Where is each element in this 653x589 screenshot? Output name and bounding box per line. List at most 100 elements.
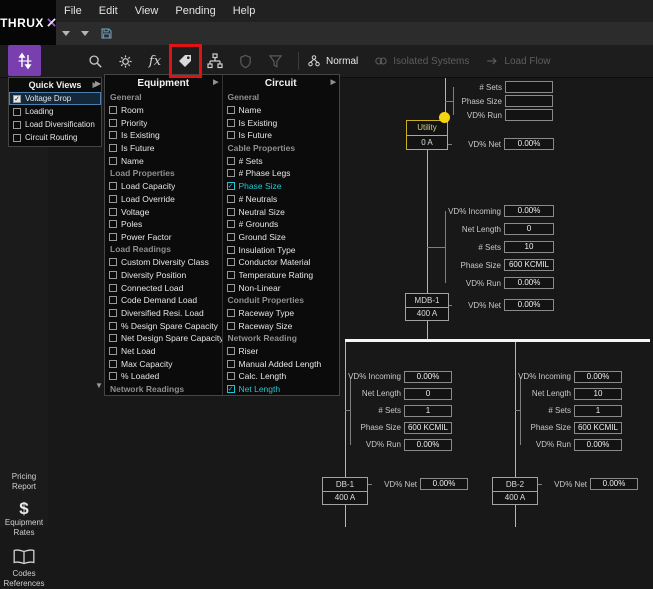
checkbox-icon[interactable] (227, 131, 235, 139)
checkbox-item--phase-legs[interactable]: # Phase Legs (223, 167, 340, 180)
checkbox-item-voltage-drop[interactable]: ✓Voltage Drop (9, 92, 101, 105)
mode-load-flow-button[interactable]: Load Flow (485, 54, 550, 68)
protection-button[interactable] (230, 47, 260, 75)
checkbox-item-ground-size[interactable]: Ground Size (223, 231, 340, 244)
checkbox-item--design-spare-capacity[interactable]: % Design Spare Capacity (105, 319, 222, 332)
checkbox-icon[interactable] (13, 134, 21, 142)
checkbox-icon[interactable] (109, 157, 117, 165)
expand-arrow-icon[interactable]: ▶ (331, 79, 336, 87)
checkbox-item--grounds[interactable]: # Grounds (223, 218, 340, 231)
checkbox-item-voltage[interactable]: Voltage (105, 205, 222, 218)
menu-help[interactable]: Help (233, 5, 256, 17)
sidebar-item-equipment-rates[interactable]: $ Equipment Rates (0, 500, 48, 538)
checkbox-item-circuit-routing[interactable]: Circuit Routing (9, 131, 101, 144)
checkbox-icon[interactable] (227, 119, 235, 127)
save-icon[interactable] (100, 27, 113, 40)
checkbox-icon[interactable] (109, 208, 117, 216)
checkbox-item-raceway-size[interactable]: Raceway Size (223, 319, 340, 332)
checkbox-item-name[interactable]: Name (223, 104, 340, 117)
checkbox-item-conductor-material[interactable]: Conductor Material (223, 256, 340, 269)
checkbox-icon[interactable] (109, 144, 117, 152)
checkbox-icon[interactable] (227, 246, 235, 254)
chevron-down-icon[interactable] (81, 31, 89, 36)
checkbox-icon[interactable] (109, 360, 117, 368)
checkbox-icon[interactable] (109, 131, 117, 139)
checkbox-icon[interactable] (109, 347, 117, 355)
checkbox-icon[interactable] (227, 195, 235, 203)
checkbox-item-manual-added-length[interactable]: Manual Added Length (223, 357, 340, 370)
chevron-down-icon[interactable] (62, 31, 70, 36)
checkbox-item-calc-length[interactable]: Calc. Length (223, 370, 340, 383)
checkbox-item-diversified-resi-load[interactable]: Diversified Resi. Load (105, 307, 222, 320)
checkbox-item-code-demand-load[interactable]: Code Demand Load (105, 294, 222, 307)
sidebar-item-codes-references[interactable]: Codes References (0, 548, 48, 589)
checkbox-item-net-design-spare-capacity[interactable]: Net Design Spare Capacity (105, 332, 222, 345)
checkbox-item-non-linear[interactable]: Non-Linear (223, 281, 340, 294)
search-button[interactable] (80, 47, 110, 75)
checkbox-item-insulation-type[interactable]: Insulation Type (223, 243, 340, 256)
menu-file[interactable]: File (64, 5, 82, 17)
checkbox-icon[interactable] (109, 309, 117, 317)
checkbox-icon[interactable] (109, 220, 117, 228)
checkbox-icon[interactable] (109, 233, 117, 241)
checkbox-item-neutral-size[interactable]: Neutral Size (223, 205, 340, 218)
checkbox-item-custom-diversity-class[interactable]: Custom Diversity Class (105, 256, 222, 269)
checkbox-icon[interactable] (109, 322, 117, 330)
expand-arrow-icon[interactable]: ▶ (213, 79, 218, 87)
checkbox-item-phase-size[interactable]: ✓Phase Size (223, 180, 340, 193)
checkbox-item-riser[interactable]: Riser (223, 345, 340, 358)
checkbox-item-is-future[interactable]: Is Future (223, 129, 340, 142)
checkbox-item-is-existing[interactable]: Is Existing (223, 116, 340, 129)
checkbox-icon[interactable] (13, 121, 21, 129)
checkbox-item-power-factor[interactable]: Power Factor (105, 231, 222, 244)
checkbox-checked-icon[interactable]: ✓ (13, 95, 21, 103)
riser-diagram-button[interactable] (200, 47, 230, 75)
filter-button[interactable] (260, 47, 290, 75)
checkbox-icon[interactable] (227, 169, 235, 177)
checkbox-icon[interactable] (227, 220, 235, 228)
checkbox-icon[interactable] (109, 271, 117, 279)
checkbox-icon[interactable] (109, 106, 117, 114)
checkbox-icon[interactable] (227, 309, 235, 317)
checkbox-item-loading[interactable]: Loading (9, 105, 101, 118)
checkbox-icon[interactable] (109, 372, 117, 380)
checkbox-item-max-capacity[interactable]: Max Capacity (105, 357, 222, 370)
checkbox-item-is-future[interactable]: Is Future (105, 142, 222, 155)
menu-view[interactable]: View (135, 5, 159, 17)
checkbox-icon[interactable] (227, 347, 235, 355)
checkbox-item-is-existing[interactable]: Is Existing (105, 129, 222, 142)
checkbox-checked-icon[interactable]: ✓ (227, 182, 235, 190)
checkbox-icon[interactable] (227, 372, 235, 380)
checkbox-item--neutrals[interactable]: # Neutrals (223, 193, 340, 206)
mode-isolated-systems-button[interactable]: Isolated Systems (374, 54, 469, 68)
menu-edit[interactable]: Edit (99, 5, 118, 17)
checkbox-icon[interactable] (227, 106, 235, 114)
checkbox-icon[interactable] (227, 208, 235, 216)
checkbox-item-load-override[interactable]: Load Override (105, 193, 222, 206)
checkbox-icon[interactable] (227, 360, 235, 368)
checkbox-icon[interactable] (227, 284, 235, 292)
checkbox-item-poles[interactable]: Poles (105, 218, 222, 231)
checkbox-icon[interactable] (109, 284, 117, 292)
checkbox-icon[interactable] (227, 157, 235, 165)
checkbox-item-temperature-rating[interactable]: Temperature Rating (223, 269, 340, 282)
checkbox-item--sets[interactable]: # Sets (223, 154, 340, 167)
panel-expand-icon[interactable]: ▶ (95, 79, 101, 88)
checkbox-icon[interactable] (13, 108, 21, 116)
scroll-down-icon[interactable]: ▼ (95, 381, 103, 390)
checkbox-icon[interactable] (109, 296, 117, 304)
checkbox-item-load-capacity[interactable]: Load Capacity (105, 180, 222, 193)
checkbox-item--loaded[interactable]: % Loaded (105, 370, 222, 383)
checkbox-icon[interactable] (109, 119, 117, 127)
formulas-button[interactable]: fx (140, 47, 170, 75)
checkbox-icon[interactable] (227, 258, 235, 266)
checkbox-item-net-length[interactable]: ✓Net Length (223, 383, 340, 395)
checkbox-icon[interactable] (227, 233, 235, 241)
menu-pending[interactable]: Pending (175, 5, 215, 17)
checkbox-checked-icon[interactable]: ✓ (227, 385, 235, 393)
labels-button[interactable] (170, 47, 200, 75)
node-db-2[interactable]: DB-2 400 A (492, 477, 538, 505)
checkbox-item-priority[interactable]: Priority (105, 116, 222, 129)
settings-button[interactable] (110, 47, 140, 75)
mode-normal-button[interactable]: Normal (307, 54, 358, 68)
